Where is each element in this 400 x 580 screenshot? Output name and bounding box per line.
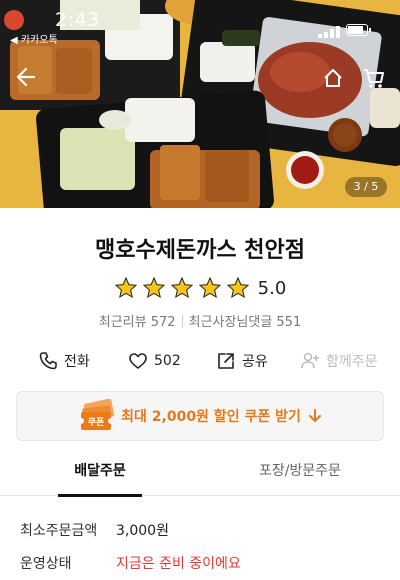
add-person-icon xyxy=(301,352,319,369)
call-label: 전화 xyxy=(64,354,90,370)
coupon-label: 최대 2,000원 할인 쿠폰 받기 xyxy=(121,409,301,425)
download-arrow-icon xyxy=(308,409,321,422)
star-icon xyxy=(142,276,165,299)
coupon-icon: 쿠폰 xyxy=(78,399,115,430)
back-to-app-link[interactable]: ◀ 카카오톡 xyxy=(10,31,58,46)
battery-icon xyxy=(346,24,371,36)
order-type-tabs: 배달주문 포장/방문주문 xyxy=(0,456,400,497)
hero-image-carousel[interactable]: ◀ 카카오톡 2:43 3 / 5 xyxy=(0,0,400,208)
min-order-value: 3,000원 xyxy=(116,523,169,539)
home-icon[interactable] xyxy=(322,67,344,89)
min-order-row: 최소주문금액 3,000원 xyxy=(20,520,169,540)
phone-icon xyxy=(39,352,57,370)
review-counts: 최근리뷰 572 최근사장님댓글 551 xyxy=(0,311,400,330)
tab-pickup[interactable]: 포장/방문주문 xyxy=(200,456,400,496)
heart-icon xyxy=(129,353,147,369)
rating-stars xyxy=(114,276,250,300)
operating-status-row: 운영상태 지금은 준비 중이에요 xyxy=(20,553,241,573)
operating-status-label: 운영상태 xyxy=(20,556,72,572)
cart-icon[interactable] xyxy=(362,67,386,89)
tab-delivery[interactable]: 배달주문 xyxy=(0,456,200,497)
group-order-label: 함께주문 xyxy=(326,354,378,370)
divider xyxy=(181,315,183,327)
signal-icon xyxy=(318,26,340,38)
share-icon xyxy=(218,353,234,369)
min-order-label: 최소주문금액 xyxy=(20,523,98,539)
carousel-page-indicator: 3 / 5 xyxy=(345,177,387,197)
rating-value: 5.0 xyxy=(257,277,287,299)
coupon-download-button[interactable]: 쿠폰 최대 2,000원 할인 쿠폰 받기 xyxy=(16,391,384,441)
star-icon xyxy=(198,276,221,299)
group-order-button[interactable]: 함께주문 xyxy=(300,346,378,376)
share-label: 공유 xyxy=(242,354,268,370)
star-icon xyxy=(114,276,137,299)
call-button[interactable]: 전화 xyxy=(38,346,90,376)
store-rating[interactable]: 5.0 xyxy=(0,273,400,303)
store-action-bar: 전화 502 공유 함께주문 xyxy=(0,346,400,376)
recent-reviews-link[interactable]: 최근리뷰 572 xyxy=(99,315,176,330)
store-name: 맹호수제돈까스 천안점 xyxy=(94,238,306,263)
coupon-icon-text: 쿠폰 xyxy=(88,417,105,428)
star-icon xyxy=(226,276,249,299)
owner-replies-link[interactable]: 최근사장님댓글 551 xyxy=(189,315,302,330)
status-bar: ◀ 카카오톡 2:43 xyxy=(0,0,400,46)
like-count: 502 xyxy=(154,353,181,369)
like-button[interactable]: 502 xyxy=(128,346,181,376)
back-arrow-icon[interactable] xyxy=(14,66,36,88)
share-button[interactable]: 공유 xyxy=(216,346,268,376)
star-icon xyxy=(170,276,193,299)
operating-status-value: 지금은 준비 중이에요 xyxy=(116,556,241,572)
status-time: 2:43 xyxy=(55,9,100,31)
